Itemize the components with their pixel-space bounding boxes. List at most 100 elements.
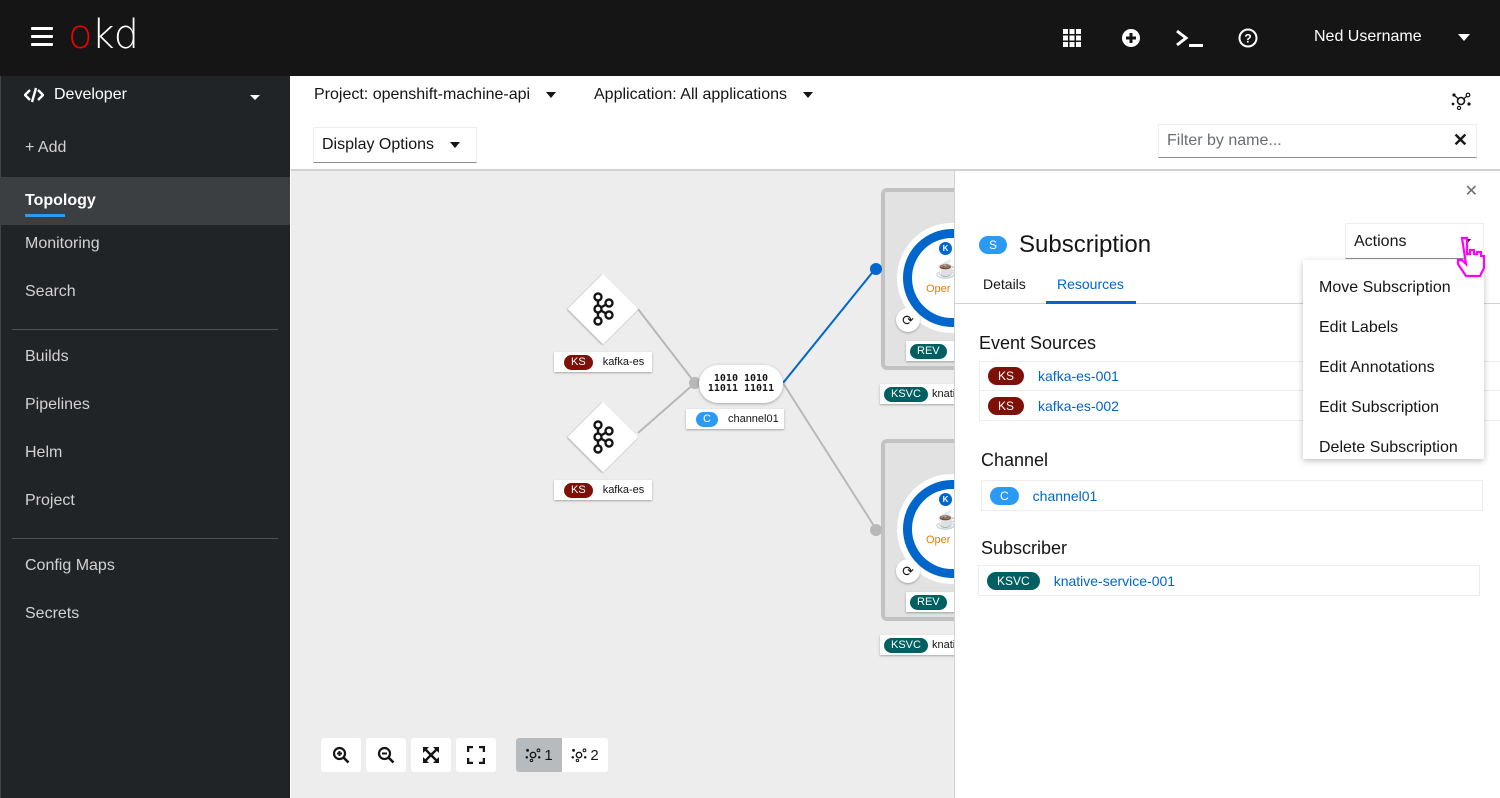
edge-subscription-selected[interactable]	[782, 267, 877, 384]
filter-by-name: ✕	[1158, 124, 1477, 158]
knative-service-label[interactable]: KSVC knativ	[880, 635, 954, 655]
reset-view-button[interactable]	[456, 738, 496, 772]
plus-circle-icon[interactable]	[1119, 26, 1143, 50]
okd-logo[interactable]: okd	[68, 12, 139, 58]
sidebar-item-helm[interactable]: Helm	[0, 429, 290, 477]
close-panel-icon[interactable]: ✕	[1465, 181, 1478, 201]
channel-binary-icon: 1010 1010 11011 11011	[707, 373, 775, 394]
svg-text:?: ?	[1244, 32, 1251, 46]
caret-down-icon	[803, 92, 814, 98]
knative-badge: K	[939, 493, 952, 506]
topology-canvas[interactable]: KS kafka-es KS kafka-es 1010 1010 11011 1…	[291, 171, 954, 798]
caret-down-icon	[546, 92, 557, 98]
refresh-icon[interactable]: ⟳	[896, 559, 920, 583]
knative-badge: K	[939, 242, 952, 255]
channel-label[interactable]: C channel01	[686, 409, 784, 429]
subscription-badge: S	[979, 236, 1008, 254]
subscriber-heading: Subscriber	[981, 538, 1068, 558]
reset-view-icon	[467, 746, 485, 764]
menu-item-edit-labels[interactable]: Edit Labels	[1303, 308, 1484, 348]
knative-service-label[interactable]: KSVC knativ	[880, 384, 954, 404]
menu-item-delete-subscription[interactable]: Delete Subscription	[1303, 428, 1484, 468]
subscription-connector-handle[interactable]	[870, 524, 882, 536]
kafka-source-label[interactable]: KS kafka-es	[554, 480, 652, 500]
sidebar-item-topology[interactable]: Topology	[0, 177, 290, 225]
event-source-link[interactable]: kafka-es-002	[1038, 398, 1119, 414]
hamburger-menu-button[interactable]	[31, 27, 53, 47]
topology-toolbar: Project: openshift-machine-api Applicati…	[291, 76, 1500, 171]
sidebar-item-project[interactable]: Project	[0, 477, 290, 525]
perspective-label: Developer	[54, 86, 127, 103]
subscriber-list: KSVC knative-service-001	[978, 565, 1480, 596]
perspective-caret-icon[interactable]	[250, 95, 260, 100]
perspective-switcher[interactable]: Developer	[24, 86, 127, 104]
sidebar-item-builds[interactable]: Builds	[0, 333, 290, 381]
caret-down-icon	[450, 142, 461, 148]
revision-label[interactable]: REV R	[906, 592, 954, 612]
nav-divider	[12, 538, 278, 539]
zoom-out-button[interactable]	[366, 738, 406, 772]
revision-label[interactable]: REV R	[906, 341, 954, 361]
fit-to-screen-button[interactable]	[411, 738, 451, 772]
panel-title: S Subscription	[979, 231, 1151, 259]
user-menu-caret-icon[interactable]	[1458, 34, 1470, 41]
kafka-source-label[interactable]: KS kafka-es	[554, 352, 652, 372]
channel-badge: C	[696, 411, 718, 427]
layout-1-button[interactable]: 1	[516, 738, 562, 772]
filter-by-name-input[interactable]	[1159, 125, 1439, 157]
zoom-out-icon	[377, 746, 395, 764]
channel-list: C channel01	[981, 480, 1483, 511]
subscription-connector-handle-selected[interactable]	[870, 263, 882, 275]
layout-toggle-group: 1 2	[516, 738, 608, 772]
application-selector[interactable]: Application: All applications	[594, 86, 814, 104]
sidebar-item-add[interactable]: + Add	[0, 124, 290, 172]
java-runtime-icon: ☕	[935, 259, 954, 279]
event-source-link[interactable]: kafka-es-001	[1038, 368, 1119, 384]
user-menu-toggle[interactable]: Ned Username	[1314, 28, 1422, 46]
fit-to-screen-icon	[423, 747, 439, 763]
topology-view-icon[interactable]	[1451, 92, 1471, 115]
topology-layout-icon	[525, 748, 541, 762]
code-icon	[24, 87, 44, 103]
menu-item-edit-annotations[interactable]: Edit Annotations	[1303, 348, 1484, 388]
active-tab-indicator	[1046, 301, 1136, 304]
app-launcher-icon[interactable]	[1060, 26, 1084, 50]
channel-node[interactable]: 1010 1010 11011 11011	[699, 365, 783, 403]
ks-badge: KS	[988, 367, 1025, 385]
java-runtime-icon: ☕	[935, 510, 954, 530]
hand-pointer-cursor-icon	[1452, 236, 1486, 283]
channel-heading: Channel	[981, 450, 1049, 470]
sidebar-item-secrets[interactable]: Secrets	[0, 590, 290, 638]
menu-item-edit-subscription[interactable]: Edit Subscription	[1303, 388, 1484, 428]
nav-divider	[12, 329, 278, 330]
refresh-icon[interactable]: ⟳	[896, 308, 920, 332]
tab-details[interactable]: Details	[983, 276, 1026, 292]
panel-title-text: Subscription	[1019, 231, 1152, 258]
display-options-dropdown[interactable]: Display Options	[313, 127, 477, 163]
kafka-icon	[578, 284, 628, 334]
tab-resources[interactable]: Resources	[1057, 276, 1124, 292]
layout-2-button[interactable]: 2	[562, 738, 608, 772]
ks-badge: KS	[988, 396, 1025, 415]
channel-link[interactable]: channel01	[1033, 488, 1098, 504]
terminal-icon[interactable]	[1174, 26, 1206, 50]
sidebar-item-search[interactable]: Search	[0, 268, 290, 316]
list-item: C channel01	[982, 481, 1482, 510]
edge-subscription[interactable]	[782, 382, 877, 530]
ksvc-badge: KSVC	[987, 571, 1040, 590]
zoom-in-button[interactable]	[321, 738, 361, 772]
sidebar-item-config-maps[interactable]: Config Maps	[0, 542, 290, 590]
clear-filter-icon[interactable]: ✕	[1453, 130, 1468, 151]
actions-menu: Move Subscription Edit Labels Edit Annot…	[1303, 260, 1484, 459]
topology-layout-icon	[571, 748, 587, 762]
ks-badge: KS	[564, 482, 593, 498]
ks-badge: KS	[564, 354, 593, 370]
subscriber-link[interactable]: knative-service-001	[1054, 573, 1175, 589]
help-icon[interactable]: ?	[1236, 26, 1260, 50]
sidebar-item-monitoring[interactable]: Monitoring	[0, 220, 290, 268]
project-selector[interactable]: Project: openshift-machine-api	[314, 86, 557, 104]
event-sources-heading: Event Sources	[979, 333, 1097, 353]
sidebar-item-pipelines[interactable]: Pipelines	[0, 381, 290, 429]
channel-badge: C	[990, 486, 1019, 505]
list-item: KSVC knative-service-001	[979, 566, 1479, 595]
